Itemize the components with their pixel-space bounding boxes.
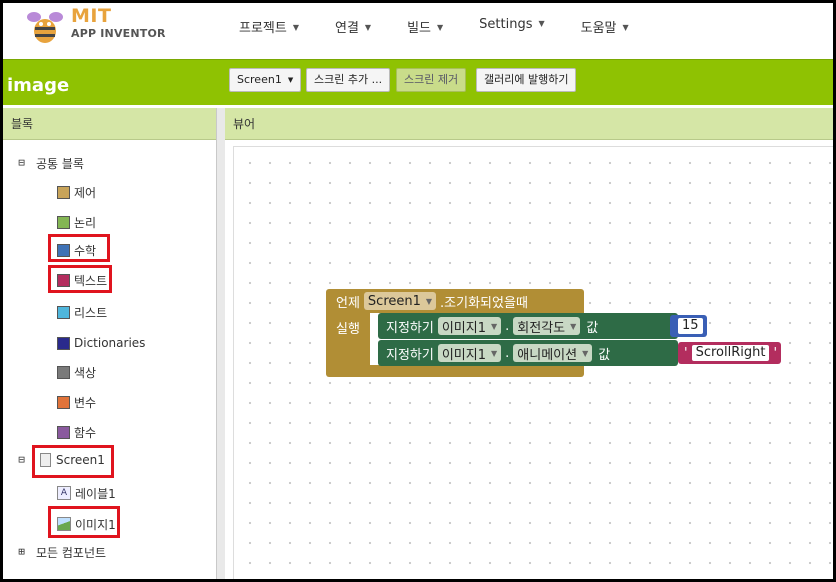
color-swatch bbox=[57, 185, 70, 199]
highlight-screen1 bbox=[32, 445, 114, 478]
color-swatch bbox=[57, 365, 70, 379]
set-property-dropdown[interactable]: 회전각도 ▼ bbox=[513, 317, 581, 336]
tree-item-logic[interactable]: 논리 bbox=[57, 211, 96, 233]
logo-mit-text: MIT bbox=[71, 5, 112, 27]
color-swatch bbox=[57, 425, 70, 439]
viewer-panel-header: 뷰어 bbox=[225, 108, 833, 140]
tree-item-label1[interactable]: A 레이블1 bbox=[57, 482, 116, 504]
remove-screen-button[interactable]: 스크린 제거 bbox=[396, 68, 467, 92]
label-component-icon: A bbox=[57, 486, 71, 500]
number-value[interactable]: 15 bbox=[678, 318, 703, 334]
tree-item-colors[interactable]: 색상 bbox=[57, 361, 96, 383]
chevron-down-icon: ▼ bbox=[437, 23, 444, 32]
event-block-header: 언제 Screen1 ▼ .조기화되었을때 bbox=[336, 292, 528, 311]
tree-builtin-blocks[interactable]: ⊟ 공통 블록 bbox=[17, 152, 84, 174]
number-block[interactable]: 15 bbox=[670, 315, 707, 337]
screen-select-button[interactable]: Screen1 ▼ bbox=[229, 68, 302, 92]
set-property-dropdown[interactable]: 애니메이션 ▼ bbox=[513, 344, 593, 363]
menu-help[interactable]: 도움말 ▼ bbox=[581, 17, 629, 37]
menu-settings[interactable]: Settings ▼ bbox=[479, 17, 544, 37]
set-rotation-block[interactable]: 지정하기 이미지1 ▼ . 회전각도 ▼ 값 bbox=[378, 313, 678, 339]
blocks-workspace[interactable]: 언제 Screen1 ▼ .조기화되었을때 실행 지정하기 이미지1 ▼ . 회전각… bbox=[233, 146, 833, 579]
tree-item-dictionaries[interactable]: Dictionaries bbox=[57, 332, 145, 354]
event-do-label: 실행 bbox=[336, 322, 360, 337]
expand-icon[interactable]: ⊞ bbox=[17, 546, 26, 557]
chevron-down-icon: ▼ bbox=[582, 348, 589, 358]
chevron-down-icon: ▼ bbox=[292, 23, 299, 32]
event-component-dropdown[interactable]: Screen1 ▼ bbox=[363, 292, 437, 310]
highlight-math bbox=[48, 234, 110, 262]
chevron-down-icon: ▼ bbox=[364, 23, 372, 32]
cursor-mark bbox=[149, 435, 163, 465]
color-swatch bbox=[57, 305, 70, 319]
collapse-icon[interactable]: ⊟ bbox=[17, 157, 26, 168]
text-string-block[interactable]: ' ScrollRight ' bbox=[678, 342, 782, 364]
tree-any-component[interactable]: ⊞ 모든 컴포넌트 bbox=[17, 541, 106, 563]
chevron-down-icon: ▼ bbox=[538, 19, 545, 28]
highlight-text bbox=[48, 265, 112, 293]
blocks-panel-header: 블록 bbox=[3, 108, 216, 140]
project-toolbar: image Screen1 ▼ 스크린 추가 ... 스크린 제거 갤러리에 발행… bbox=[3, 59, 833, 105]
collapse-icon[interactable]: ⊟ bbox=[17, 454, 26, 465]
set-component-dropdown[interactable]: 이미지1 ▼ bbox=[437, 317, 502, 336]
set-animation-block[interactable]: 지정하기 이미지1 ▼ . 애니메이션 ▼ 값 bbox=[378, 340, 678, 366]
logo-app-inventor-text: APP INVENTOR bbox=[71, 27, 166, 40]
blocks-panel: 블록 ⊟ 공통 블록 제어 논리 수학 텍스트 리스트 Dictionaries… bbox=[3, 108, 217, 579]
chevron-down-icon: ▼ bbox=[425, 296, 433, 306]
highlight-image1 bbox=[48, 506, 120, 538]
top-bar: MIT APP INVENTOR 프로젝트 ▼ 연결 ▼ 빌드 ▼ Settings ▼… bbox=[3, 3, 833, 59]
menu-build[interactable]: 빌드 ▼ bbox=[407, 17, 443, 37]
chevron-down-icon: ▼ bbox=[491, 348, 498, 358]
main-menu: 프로젝트 ▼ 연결 ▼ 빌드 ▼ Settings ▼ 도움말 ▼ bbox=[239, 17, 665, 37]
viewer-panel: 뷰어 언제 Screen1 ▼ .조기화되었을때 실행 지정하기 이미지1 ▼ . … bbox=[225, 108, 833, 579]
color-swatch bbox=[57, 215, 70, 229]
tree-item-variables[interactable]: 변수 bbox=[57, 391, 96, 413]
panel-divider[interactable] bbox=[217, 108, 225, 579]
app-inventor-logo[interactable]: MIT APP INVENTOR bbox=[25, 5, 175, 49]
chevron-down-icon: ▼ bbox=[491, 321, 498, 331]
text-value[interactable]: ScrollRight bbox=[691, 345, 770, 361]
menu-connect[interactable]: 연결 ▼ bbox=[335, 17, 371, 37]
project-name: image bbox=[7, 75, 70, 96]
add-screen-button[interactable]: 스크린 추가 ... bbox=[306, 68, 391, 92]
menu-project[interactable]: 프로젝트 ▼ bbox=[239, 17, 299, 37]
chevron-down-icon: ▼ bbox=[622, 23, 629, 32]
tree-item-control[interactable]: 제어 bbox=[57, 181, 96, 203]
publish-gallery-button[interactable]: 갤러리에 발행하기 bbox=[476, 68, 577, 92]
chevron-down-icon: ▼ bbox=[570, 321, 577, 331]
app-window: MIT APP INVENTOR 프로젝트 ▼ 연결 ▼ 빌드 ▼ Settings ▼… bbox=[3, 3, 833, 579]
color-swatch bbox=[57, 395, 70, 409]
set-component-dropdown[interactable]: 이미지1 ▼ bbox=[437, 344, 502, 363]
bee-logo-icon bbox=[27, 12, 63, 43]
tree-item-procedures[interactable]: 함수 bbox=[57, 421, 96, 443]
tree-item-lists[interactable]: 리스트 bbox=[57, 301, 107, 323]
chevron-down-icon: ▼ bbox=[287, 76, 294, 84]
color-swatch bbox=[57, 336, 70, 350]
